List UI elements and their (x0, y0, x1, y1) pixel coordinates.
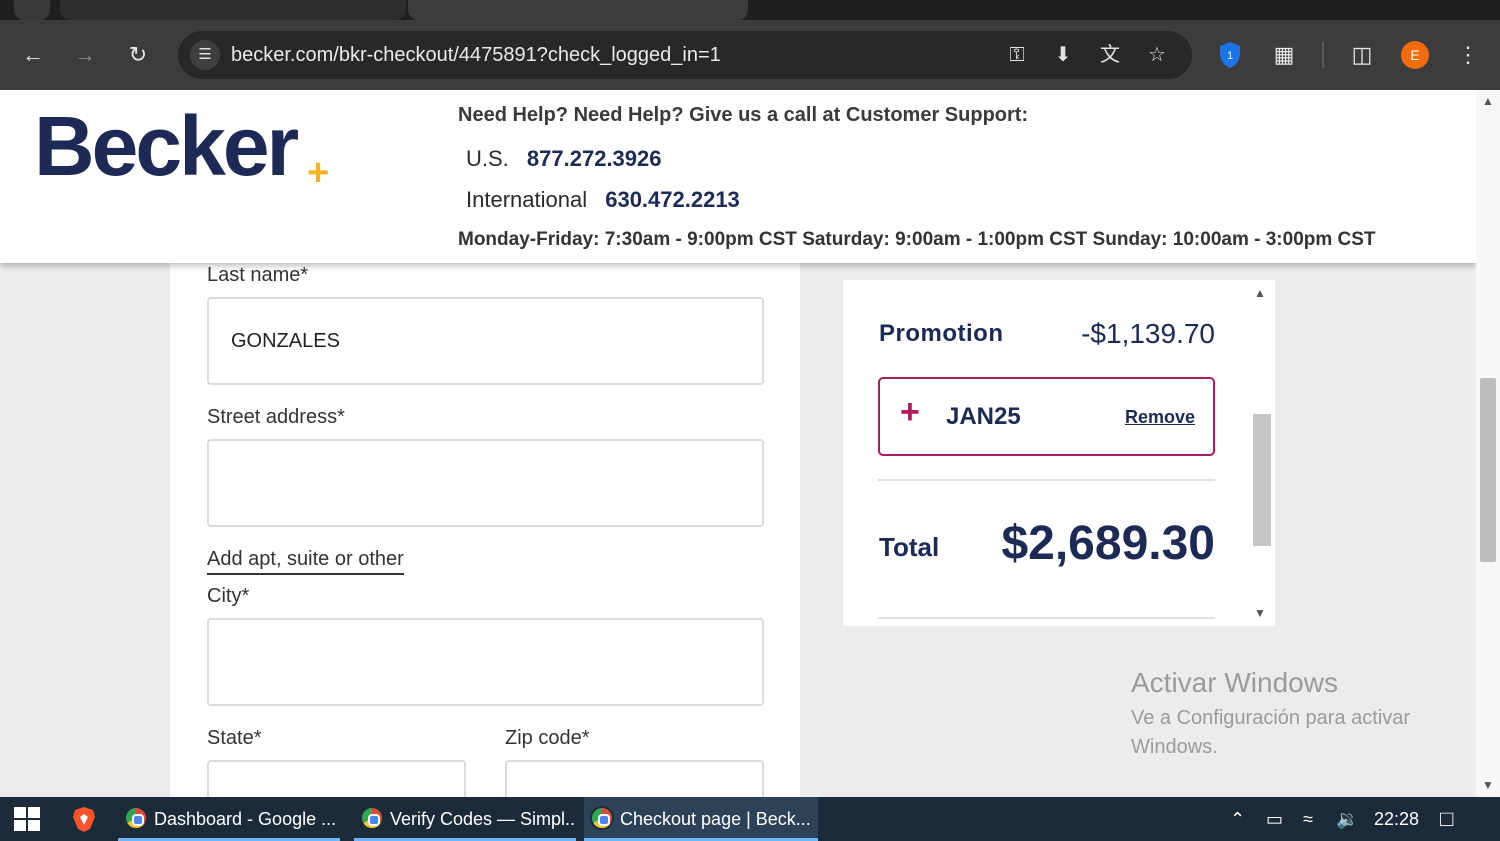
clock[interactable]: 22:28 (1374, 797, 1419, 841)
tab-menu-button[interactable] (14, 0, 50, 20)
page-scrollbar[interactable]: ▲ ▼ (1476, 90, 1500, 797)
us-phone-number[interactable]: 877.272.3926 (527, 146, 662, 171)
us-label: U.S. (466, 146, 509, 171)
state-label: State* (207, 727, 262, 749)
notifications-icon[interactable]: □ (1440, 797, 1453, 841)
promo-code-chip: + JAN25 Remove (878, 377, 1215, 456)
wifi-icon[interactable]: ≈ (1303, 797, 1313, 841)
summary-divider (878, 479, 1215, 481)
address-form: Last name* GONZALES Street address* Add … (170, 240, 800, 797)
reload-icon[interactable]: ↻ (123, 40, 153, 70)
city-input[interactable] (207, 618, 764, 706)
promo-code: JAN25 (946, 403, 1021, 430)
chrome-icon (590, 806, 614, 831)
taskbar-item-dashboard[interactable]: Dashboard - Google ... (118, 797, 340, 841)
forward-icon[interactable]: → (70, 40, 100, 70)
scroll-up-arrow-icon[interactable]: ▲ (1254, 286, 1266, 300)
extension-badge: 1 (1227, 50, 1233, 62)
chrome-icon (124, 806, 148, 831)
show-hidden-icons-chevron-icon[interactable]: ⌃ (1230, 797, 1245, 841)
site-info-icon[interactable]: ☰ (190, 40, 220, 70)
intl-label: International (466, 187, 588, 212)
password-key-icon[interactable]: ⚿ (1002, 40, 1032, 70)
task-label: Checkout page | Beck... (620, 809, 811, 829)
scroll-up-arrow-icon[interactable]: ▲ (1482, 94, 1494, 108)
intl-phone-number[interactable]: 630.472.2213 (605, 187, 740, 212)
street-address-input[interactable] (207, 439, 764, 527)
last-name-input[interactable]: GONZALES (207, 297, 764, 385)
activation-watermark-title: Activar Windows (1131, 667, 1338, 698)
summary-divider-bottom (878, 617, 1215, 619)
plus-icon: + (900, 393, 920, 431)
translate-icon[interactable]: 文 (1095, 40, 1125, 70)
us-phone-row: U.S. 877.272.3926 (466, 146, 662, 172)
chrome-icon (360, 806, 384, 831)
url-text[interactable]: becker.com/bkr-checkout/4475891?check_lo… (231, 31, 721, 79)
browser-tab[interactable] (60, 0, 406, 20)
promotion-label: Promotion (879, 320, 1004, 347)
total-label: Total (879, 532, 940, 562)
browser-tab-active[interactable] (408, 0, 748, 20)
web-page: Becker + Need Help? Need Help? Give us a… (0, 90, 1476, 797)
install-app-icon[interactable]: ⬇ (1048, 40, 1078, 70)
activation-watermark-subtitle: Ve a Configuración para activar Windows. (1131, 707, 1411, 758)
summary-scroll-thumb[interactable] (1253, 414, 1271, 546)
back-icon[interactable]: ← (18, 40, 48, 70)
profile-avatar[interactable]: E (1401, 41, 1429, 69)
browser-toolbar: ← → ↻ ☰ becker.com/bkr-checkout/4475891?… (0, 20, 1500, 90)
last-name-label: Last name* (207, 264, 309, 286)
support-hours: Monday-Friday: 7:30am - 9:00pm CST Satur… (458, 229, 1376, 250)
scroll-down-arrow-icon[interactable]: ▼ (1254, 606, 1266, 620)
extensions-puzzle-icon[interactable]: ▦ (1269, 40, 1299, 70)
page-scroll-thumb[interactable] (1480, 378, 1496, 562)
help-line: Need Help? Need Help? Give us a call at … (458, 104, 1029, 126)
taskbar-item-verify-codes[interactable]: Verify Codes — Simpl... (354, 797, 576, 841)
windows-start-icon[interactable] (14, 807, 40, 831)
task-label: Dashboard - Google ... (154, 809, 337, 829)
shield-extension-icon[interactable]: 1 (1218, 41, 1242, 69)
scroll-down-arrow-icon[interactable]: ▼ (1482, 778, 1494, 792)
site-header: Becker + Need Help? Need Help? Give us a… (0, 90, 1476, 263)
zip-code-input[interactable] (505, 760, 764, 797)
logo-plus-icon: + (307, 152, 330, 194)
browser-menu-icon[interactable]: ⋮ (1453, 40, 1483, 70)
city-label: City* (207, 585, 250, 607)
state-select[interactable] (207, 760, 466, 797)
intl-phone-row: International 630.472.2213 (466, 187, 740, 213)
task-label: Verify Codes — Simpl... (390, 809, 576, 829)
order-summary: Promotion -$1,139.70 + JAN25 Remove Tota… (843, 280, 1275, 626)
becker-logo[interactable]: Becker (34, 98, 299, 195)
promotion-value: -$1,139.70 (1081, 318, 1215, 349)
windows-taskbar: Dashboard - Google ... Verify Codes — Si… (0, 797, 1500, 841)
remove-promo-link[interactable]: Remove (1125, 407, 1195, 428)
add-apt-link[interactable]: Add apt, suite or other (207, 548, 404, 575)
bookmark-star-icon[interactable]: ☆ (1142, 40, 1172, 70)
zip-code-label: Zip code* (505, 727, 590, 749)
side-panel-icon[interactable]: ◫ (1347, 40, 1377, 70)
battery-icon[interactable]: ▭ (1266, 797, 1283, 841)
address-bar[interactable]: ☰ becker.com/bkr-checkout/4475891?check_… (178, 31, 1192, 79)
brave-browser-icon[interactable] (70, 805, 98, 833)
volume-icon[interactable]: 🔉 (1336, 797, 1358, 841)
toolbar-separator (1322, 42, 1324, 68)
tab-strip (0, 0, 1500, 20)
total-value: $2,689.30 (1001, 517, 1215, 570)
taskbar-item-checkout[interactable]: Checkout page | Beck... (584, 797, 818, 841)
street-address-label: Street address* (207, 406, 345, 428)
